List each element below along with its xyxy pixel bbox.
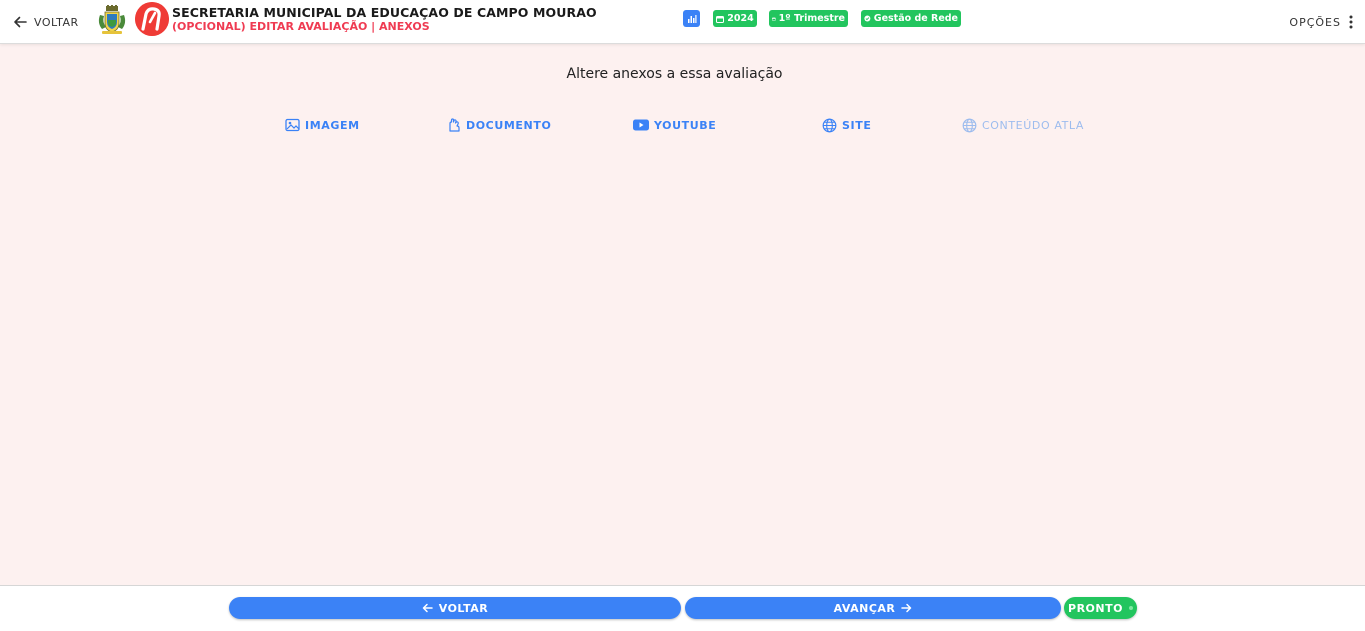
period-chip[interactable]: 1º Trimestre	[769, 10, 848, 27]
footer-back-label: VOLTAR	[438, 601, 489, 615]
page-title: SECRETARIA MUNICIPAL DA EDUCAÇAO DE CAMP…	[172, 5, 597, 20]
top-app-bar: VOLTAR SECRETARIA MUNICIPAL DA EDUCAÇAO …	[0, 0, 1365, 44]
check-shield-icon	[864, 15, 871, 22]
vertical-scrollbar[interactable]	[1349, 44, 1365, 585]
tab-imagem-label: IMAGEM	[305, 118, 360, 132]
header-back-label: VOLTAR	[34, 15, 79, 29]
period-chip-label: 1º Trimestre	[778, 13, 845, 24]
attachments-prompt: Altere anexos a essa avaliação	[566, 66, 783, 82]
tab-youtube-label: YOUTUBE	[654, 118, 717, 132]
tab-youtube[interactable]: YOUTUBE	[633, 116, 716, 134]
tab-documento-label: DOCUMENTO	[466, 118, 552, 132]
done-button[interactable]: PRONTO	[1064, 597, 1137, 619]
done-button-label: PRONTO	[1068, 601, 1123, 615]
footer-action-bar: VOLTAR AVANÇAR PRONTO	[0, 585, 1365, 631]
calendar-icon	[716, 15, 725, 23]
attachment-type-tabs: IMAGEM DOCUMENTO YOUTUBE SITE CONTEÚDO A…	[0, 116, 1365, 134]
arrow-left-icon	[14, 16, 27, 28]
options-menu-button[interactable]: OPÇÕES	[1289, 12, 1353, 32]
network-chip[interactable]: Gestão de Rede	[861, 10, 961, 27]
next-button[interactable]: AVANÇAR	[685, 597, 1061, 619]
bar-chart-icon	[687, 14, 696, 23]
image-icon	[285, 118, 300, 132]
tab-site[interactable]: SITE	[822, 116, 871, 134]
year-chip[interactable]: 2024	[713, 10, 757, 27]
next-button-label: AVANÇAR	[833, 601, 896, 615]
stats-chip[interactable]	[683, 10, 700, 27]
year-chip-label: 2024	[727, 13, 754, 24]
tab-conteudo-atla: CONTEÚDO ATLA	[962, 116, 1084, 134]
tab-imagem[interactable]: IMAGEM	[285, 116, 360, 134]
tab-site-label: SITE	[842, 118, 872, 132]
brand-logo	[135, 2, 169, 36]
globe-icon	[962, 118, 977, 132]
network-chip-label: Gestão de Rede	[873, 13, 958, 24]
youtube-icon	[633, 119, 649, 131]
globe-icon	[822, 118, 837, 132]
page-subtitle: (OPCIONAL) EDITAR AVALIAÇÃO | ANEXOS	[172, 20, 430, 33]
more-vertical-icon	[1349, 15, 1353, 29]
tab-documento[interactable]: DOCUMENTO	[447, 116, 551, 134]
arrow-left-icon	[422, 603, 433, 613]
city-crest-logo	[98, 5, 126, 34]
calendar-icon	[772, 17, 776, 21]
footer-back-button[interactable]: VOLTAR	[229, 597, 681, 619]
arrow-right-icon	[901, 603, 912, 613]
options-label: OPÇÕES	[1289, 15, 1341, 29]
status-dot-icon	[1128, 606, 1133, 610]
header-back-button[interactable]: VOLTAR	[12, 12, 79, 32]
tab-conteudo-atla-label: CONTEÚDO ATLA	[982, 118, 1085, 132]
hand-document-icon	[449, 117, 460, 132]
